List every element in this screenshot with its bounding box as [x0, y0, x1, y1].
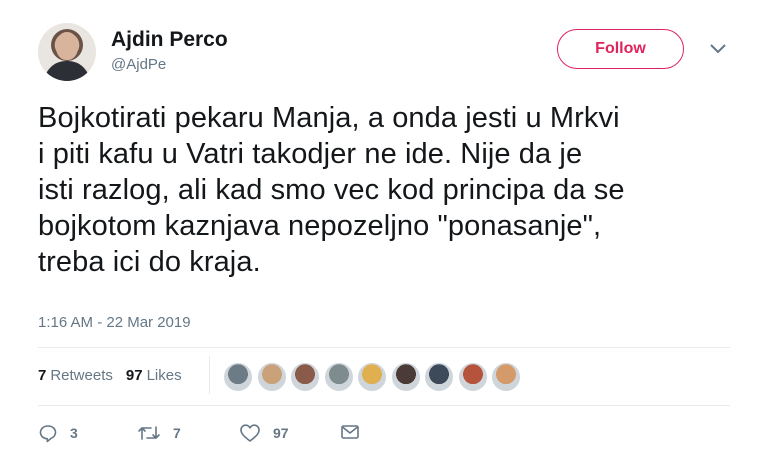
avatar[interactable]	[38, 23, 96, 81]
liker-avatar-5[interactable]	[357, 362, 387, 392]
follow-button-label: Follow	[595, 40, 646, 57]
liker-avatar-4[interactable]	[323, 362, 354, 392]
liker-avatar-1[interactable]	[223, 362, 253, 392]
retweets-label: Retweets	[50, 367, 113, 384]
like-button[interactable]: 97	[239, 423, 289, 443]
like-count: 97	[273, 425, 289, 441]
reply-button[interactable]: 3	[38, 423, 78, 443]
follow-button[interactable]: Follow	[557, 29, 684, 69]
retweet-icon	[138, 426, 160, 440]
liker-avatar-3[interactable]	[290, 362, 320, 392]
retweets-stat[interactable]: 7 Retweets	[38, 367, 113, 384]
divider-top	[38, 347, 730, 348]
likes-label: Likes	[146, 367, 182, 384]
heart-icon	[240, 424, 260, 442]
liker-avatar-6[interactable]	[390, 362, 421, 392]
direct-message-button[interactable]	[340, 423, 372, 441]
author-name[interactable]: Ajdin Perco	[111, 28, 228, 52]
chevron-down-icon[interactable]	[708, 42, 728, 56]
retweet-button[interactable]: 7	[137, 423, 181, 443]
author-handle[interactable]: @AjdPe	[111, 56, 166, 73]
liker-avatar-8[interactable]	[457, 362, 488, 392]
liker-avatar-7[interactable]	[424, 362, 454, 392]
retweet-count: 7	[173, 425, 181, 441]
tweet-text: Bojkotirati pekaru Manja, a onda jesti u…	[38, 102, 625, 278]
divider-bottom	[38, 405, 730, 406]
likes-stat[interactable]: 97 Likes	[126, 367, 182, 384]
tweet-timestamp[interactable]: 1:16 AM - 22 Mar 2019	[38, 314, 191, 331]
reply-count: 3	[70, 425, 78, 441]
avatar-face	[56, 32, 78, 60]
liker-avatar-2[interactable]	[256, 362, 287, 392]
retweets-count: 7	[38, 367, 47, 384]
stats-separator	[209, 356, 210, 394]
tweet-stats: 7 Retweets 97 Likes	[38, 367, 182, 384]
envelope-icon	[341, 425, 359, 439]
reply-icon	[39, 425, 57, 443]
avatar-suit	[44, 61, 90, 81]
likes-count: 97	[125, 367, 143, 384]
liker-avatar-9[interactable]	[491, 362, 521, 392]
